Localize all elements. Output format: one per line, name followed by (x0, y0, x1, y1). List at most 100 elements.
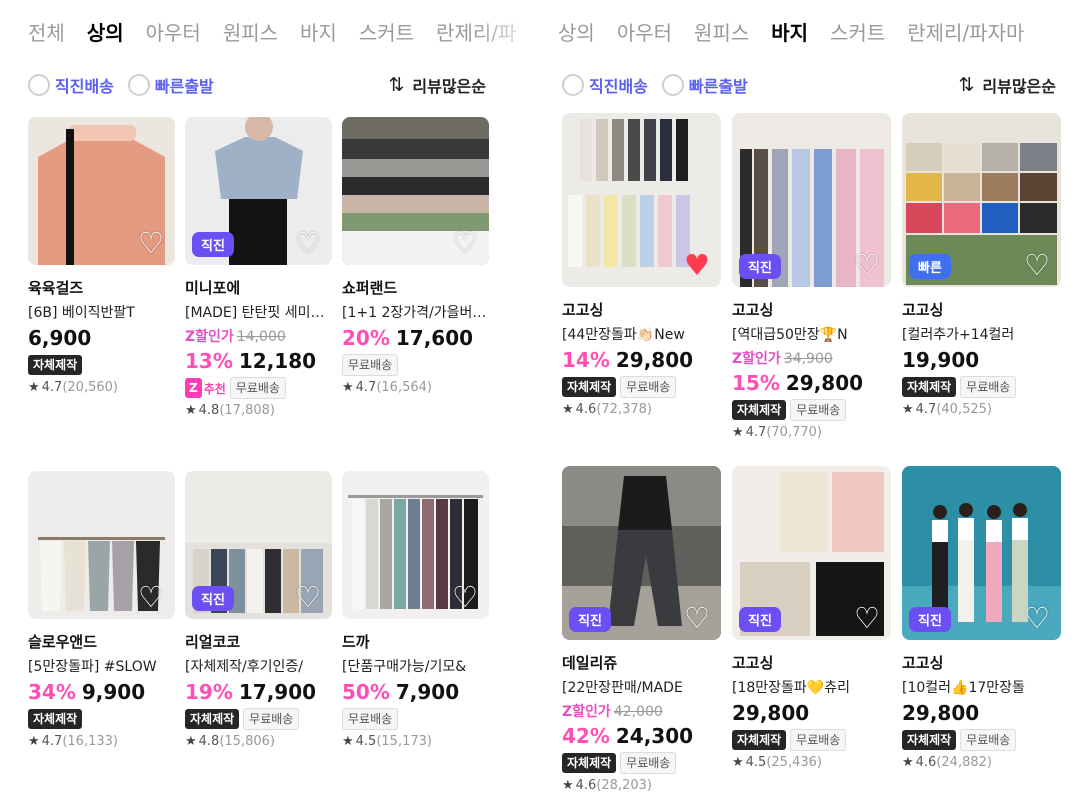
heart-icon[interactable]: ♡ (293, 228, 323, 258)
heart-icon[interactable]: ♡ (450, 228, 480, 258)
product-name: [22만장판매/MADE (562, 680, 683, 696)
product-image[interactable]: 직진 ♡ (185, 471, 332, 619)
review-count: (20,560) (62, 380, 118, 395)
tab-all[interactable]: 전체 (28, 18, 65, 48)
heart-icon[interactable]: ♡ (450, 582, 480, 612)
product-name: [6B] 베이직반팔T (28, 305, 135, 321)
tag-row: 자체제작 (28, 354, 175, 376)
product-card[interactable]: ♡ 슬로우앤드 [5만장돌파] #SLOW 34% 9,900 자체제작 ★ 4.7… (28, 471, 175, 749)
product-card[interactable]: 직진 ♡ 고고싱 [10컬러👍17만장돌 29,800 자체제작 무료배송 ★ 4.… (902, 466, 1061, 770)
sort-label: 리뷰많은순 (982, 77, 1056, 96)
tab-skirt[interactable]: 스커트 (830, 18, 885, 48)
price-row: 14% 29,800 (562, 347, 721, 373)
product-image[interactable]: ♥ (562, 113, 721, 287)
product-image[interactable]: 직진 ♡ (732, 113, 891, 287)
rating: ★ 4.5(25,436) (732, 755, 891, 770)
tag-row: 자체제작 무료배송 (902, 376, 1061, 398)
product-card[interactable]: ♡ 육육걸즈 [6B] 베이직반팔T 6,900 자체제작 ★ 4.7(20,56… (28, 117, 175, 395)
right-screen: 상의 아우터 원피스 바지 스커트 란제리/파자마 직진배송 빠른출발 ⇅ 리뷰많은순 (542, 0, 1084, 800)
heart-icon[interactable]: ♡ (852, 250, 882, 280)
tab-onepiece[interactable]: 원피스 (223, 18, 278, 48)
price-row: 19,900 (902, 347, 1061, 373)
brand-name: 데일리쥬 (562, 654, 618, 672)
product-name: [단품구매가능/기모& (342, 659, 467, 675)
tab-pants[interactable]: 바지 (771, 18, 808, 48)
self-made-tag: 자체제작 (902, 377, 957, 397)
rating: ★ 4.5(15,173) (342, 734, 489, 749)
z-discount-label: Z할인가 (185, 329, 234, 345)
tab-outer[interactable]: 아우터 (146, 18, 201, 48)
rating-value: 4.7 (915, 402, 937, 417)
sort-label: 리뷰많은순 (412, 77, 486, 96)
rating: ★ 4.8(15,806) (185, 734, 332, 749)
tab-tops[interactable]: 상의 (558, 18, 595, 48)
star-icon: ★ (902, 755, 914, 770)
tag-row: 자체제작 무료배송 (732, 399, 891, 421)
brand-name: 육육걸즈 (28, 279, 84, 297)
tab-lingerie[interactable]: 란제리/파자마 (907, 18, 1024, 48)
heart-icon[interactable]: ♡ (136, 228, 166, 258)
product-image[interactable]: ♡ (342, 117, 489, 265)
product-image[interactable]: 직진 ♡ (185, 117, 332, 265)
direct-delivery-filter[interactable]: 직진배송 (28, 70, 114, 100)
review-count: (72,378) (596, 402, 652, 417)
heart-filled-icon[interactable]: ♥ (682, 250, 712, 280)
discount-rate: 14% (562, 348, 610, 372)
price-row: 6,900 (28, 325, 175, 351)
fast-shipping-filter[interactable]: 빠른출발 (127, 70, 214, 100)
rating: ★ 4.6(24,882) (902, 755, 1061, 770)
product-card[interactable]: 직진 ♡ 고고싱 [18만장돌파💛츄리 29,800 자체제작 무료배송 ★ 4.5… (732, 466, 891, 770)
tag-row: 자체제작 무료배송 (902, 729, 1061, 751)
star-icon: ★ (562, 778, 574, 793)
product-image[interactable]: 직진 ♡ (902, 466, 1061, 640)
self-made-tag: 자체제작 (562, 377, 617, 397)
tab-tops[interactable]: 상의 (87, 18, 124, 48)
product-image[interactable]: ♡ (342, 471, 489, 619)
price: 17,900 (238, 680, 317, 704)
category-tabs: 상의 아우터 원피스 바지 스커트 란제리/파자마 (558, 18, 1046, 48)
product-card[interactable]: ♥ 고고싱 [44만장돌파👏🏻New 14% 29,800 자체제작 무료배송 ★ 4… (562, 113, 721, 417)
direct-delivery-filter[interactable]: 직진배송 (562, 70, 648, 100)
fast-shipping-filter[interactable]: 빠른출발 (661, 70, 748, 100)
heart-icon[interactable]: ♡ (682, 603, 712, 633)
price-row: 34% 9,900 (28, 679, 175, 705)
filter-bar: 직진배송 빠른출발 ⇅ 리뷰많은순 (562, 70, 1056, 100)
tag-row: 자체제작 무료배송 (732, 729, 891, 751)
discount-rate: 15% (732, 371, 780, 395)
heart-icon[interactable]: ♡ (293, 582, 323, 612)
tab-skirt[interactable]: 스커트 (359, 18, 414, 48)
product-card[interactable]: 직진 ♡ 리얼코코 [자체제작/후기인증/ 19% 17,900 자체제작 무료배송… (185, 471, 332, 749)
product-card[interactable]: ♡ 드까 [단품구매가능/기모& 50% 7,900 무료배송 ★ 4.5(15,1… (342, 471, 489, 749)
product-image[interactable]: 직진 ♡ (562, 466, 721, 640)
product-card[interactable]: 직진 ♡ 데일리쥬 [22만장판매/MADE Z할인가 42,000 42% 24,… (562, 466, 721, 793)
product-image[interactable]: ♡ (28, 117, 175, 265)
direct-badge: 직진 (739, 607, 781, 632)
sort-button[interactable]: ⇅ 리뷰많은순 (958, 70, 1056, 100)
heart-icon[interactable]: ♡ (1022, 603, 1052, 633)
heart-icon[interactable]: ♡ (1022, 250, 1052, 280)
product-image[interactable]: ♡ (28, 471, 175, 619)
tab-pants[interactable]: 바지 (300, 18, 337, 48)
sort-button[interactable]: ⇅ 리뷰많은순 (388, 70, 486, 100)
discount-rate: 13% (185, 349, 233, 373)
tag-row: 무료배송 (342, 708, 489, 730)
product-card[interactable]: 직진 ♡ 미니포에 [MADE] 탄탄핏 세미크롭 Z할인가 14,000 13%… (185, 117, 332, 418)
product-card[interactable]: ♡ 쇼퍼랜드 [1+1 2장가격/가을버전] 20% 17,600 무료배송 ★ 4… (342, 117, 489, 395)
heart-icon[interactable]: ♡ (136, 582, 166, 612)
tab-outer[interactable]: 아우터 (617, 18, 672, 48)
z-icon: Z (185, 378, 202, 398)
category-tabs: 전체상의아우터원피스바지스커트란제리/파 (28, 18, 538, 48)
star-icon: ★ (342, 734, 354, 749)
tab-onepiece[interactable]: 원피스 (694, 18, 749, 48)
rating: ★ 4.8(17,808) (185, 403, 332, 418)
price: 6,900 (28, 326, 92, 350)
discount-rate: 34% (28, 680, 76, 704)
product-image[interactable]: 빠른 ♡ (902, 113, 1061, 287)
free-shipping-tag: 무료배송 (342, 708, 399, 730)
price-row: 29,800 (902, 700, 1061, 726)
heart-icon[interactable]: ♡ (852, 603, 882, 633)
product-card[interactable]: 직진 ♡ 고고싱 [역대급50만장🏆N Z할인가 34,900 15% 29,800… (732, 113, 891, 440)
product-card[interactable]: 빠른 ♡ 고고싱 [컬러추가+14컬러 19,900 자체제작 무료배송 ★ 4.7… (902, 113, 1061, 417)
rating-value: 4.6 (915, 755, 937, 770)
product-image[interactable]: 직진 ♡ (732, 466, 891, 640)
